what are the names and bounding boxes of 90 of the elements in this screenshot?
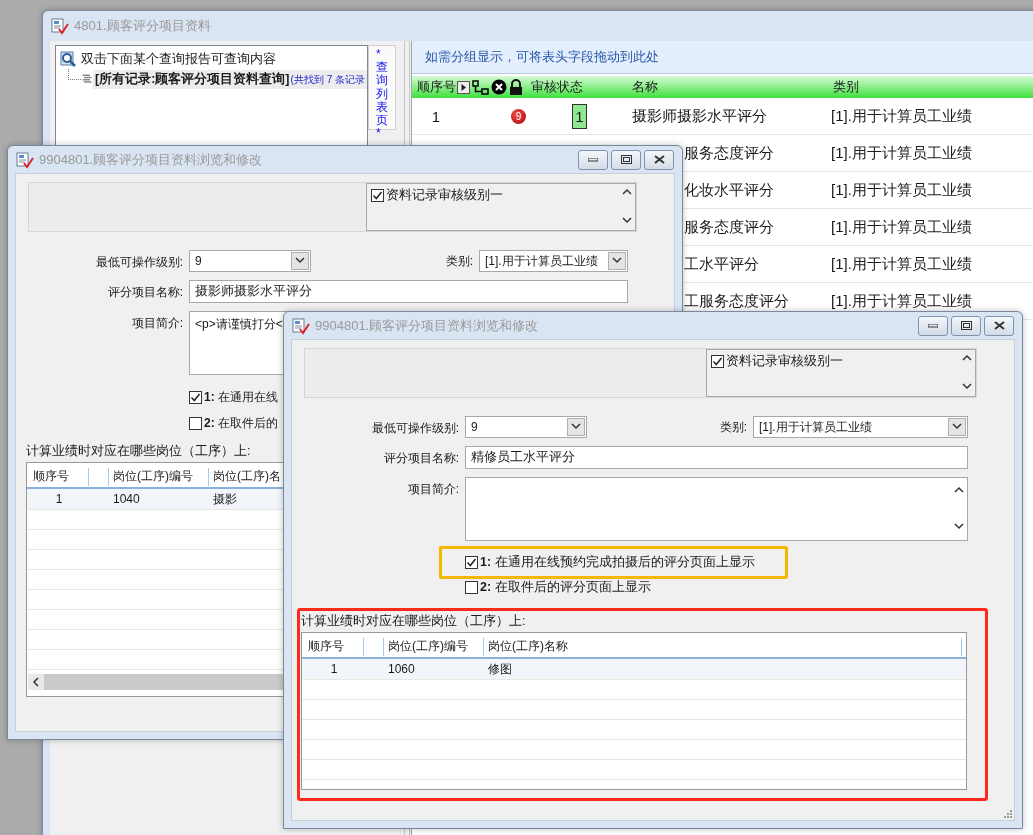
- field-label: 最低可操作级别:: [371, 421, 459, 435]
- checkbox[interactable]: [371, 189, 384, 202]
- field-label: 项目简介:: [131, 316, 183, 330]
- tree-header: 双击下面某个查询报告可查询内容: [81, 50, 276, 68]
- field-label: 最低可操作级别:: [95, 255, 183, 269]
- document-check-icon: [51, 17, 69, 35]
- checkbox-label[interactable]: 资料记录审核级别一: [386, 187, 503, 204]
- table-cell: 摄影师摄影水平评分: [632, 106, 767, 126]
- column-header[interactable]: 岗位(工序)编号: [109, 467, 209, 486]
- table-cell: 摄影: [213, 491, 237, 506]
- field-label: 类别:: [445, 252, 473, 270]
- maximize-button[interactable]: [611, 149, 641, 170]
- checkbox-label[interactable]: 2: 在取件后的: [204, 415, 278, 432]
- scroll-down-icon: [962, 382, 972, 392]
- field-label: 评分项目名称:: [107, 285, 183, 299]
- checkbox[interactable]: [465, 581, 478, 594]
- hierarchy-icon[interactable]: [472, 79, 489, 95]
- close-icon: [993, 321, 1005, 330]
- column-header[interactable]: 审核状态: [529, 78, 630, 96]
- audit-list[interactable]: 资料记录审核级别一: [366, 183, 636, 231]
- checkbox-label[interactable]: 1: 在通用在线预约完成拍摄后的评分页面上显示: [480, 554, 755, 571]
- checkbox[interactable]: [465, 556, 478, 569]
- table-cell: 1: [330, 662, 338, 676]
- maximize-button[interactable]: [951, 315, 981, 336]
- level-dropdown[interactable]: 9: [465, 416, 587, 438]
- column-header[interactable]: 岗位(工序)名称: [484, 637, 962, 656]
- resize-grip-icon[interactable]: [1002, 808, 1012, 818]
- checkbox-label[interactable]: 资料记录审核级别一: [726, 353, 843, 370]
- maximize-icon: [960, 321, 972, 330]
- search-icon: [60, 51, 77, 67]
- play-icon[interactable]: [457, 80, 470, 94]
- column-header[interactable]: 顺序号: [304, 637, 364, 656]
- checkbox-label[interactable]: 2: 在取件后的评分页面上显示: [480, 579, 651, 596]
- table-cell: 修图: [488, 661, 512, 676]
- table-cell: 化妆水平评分: [684, 180, 774, 200]
- name-input[interactable]: 精修员工水平评分: [465, 446, 968, 469]
- field-label: 评分项目名称:: [383, 451, 459, 465]
- column-header[interactable]: 名称: [630, 78, 831, 96]
- name-input[interactable]: 摄影师摄影水平评分: [189, 280, 628, 303]
- document-check-icon: [16, 150, 34, 169]
- table-cell: 工水平评分: [684, 254, 759, 274]
- list-icon: [81, 72, 94, 86]
- table-cell: 1: [55, 492, 63, 506]
- window-title: 9904801.顾客评分项目资料浏览和修改: [315, 316, 540, 335]
- column-header[interactable]: 顺序号: [415, 78, 457, 96]
- close-icon: [653, 155, 665, 164]
- table-cell: [1].用于计算员工业绩: [831, 143, 972, 163]
- checkbox[interactable]: [189, 391, 202, 404]
- table-cell: [1].用于计算员工业绩: [831, 217, 972, 237]
- table-cell: 服务态度评分: [684, 143, 774, 163]
- table-cell: [1].用于计算员工业绩: [831, 180, 972, 200]
- column-header[interactable]: 顺序号: [29, 467, 89, 486]
- scroll-down-icon: [954, 522, 964, 532]
- scroll-down-icon: [622, 216, 632, 226]
- table-cell: [1].用于计算员工业绩: [831, 291, 972, 311]
- category-dropdown[interactable]: [1].用于计算员工业绩: [479, 250, 628, 272]
- count-badge: 9: [511, 108, 526, 124]
- table-cell: 1040: [113, 492, 140, 506]
- section-label: 计算业绩时对应在哪些岗位（工序）上:: [301, 613, 526, 630]
- minimize-icon: [588, 157, 598, 162]
- table-cell: 服务态度评分: [684, 217, 774, 237]
- close-button[interactable]: [984, 315, 1014, 336]
- level-dropdown[interactable]: 9: [189, 250, 311, 272]
- minimize-icon: [928, 323, 938, 328]
- maximize-icon: [620, 155, 632, 164]
- category-dropdown[interactable]: [1].用于计算员工业绩: [753, 416, 968, 438]
- window-title: 9904801.顾客评分项目资料浏览和修改: [39, 150, 264, 169]
- group-hint: 如需分组显示，可将表头字段拖动到此处: [425, 48, 659, 66]
- table-cell: 1060: [388, 662, 415, 676]
- status-box: 1: [572, 103, 587, 129]
- tree-item[interactable]: [所有记录:顾客评分项目资料查询](共找到 7 条记录: [93, 69, 367, 89]
- checkbox[interactable]: [711, 355, 724, 368]
- window-title: 4801.顾客评分项目资料: [74, 17, 212, 35]
- section-label: 计算业绩时对应在哪些岗位（工序）上:: [26, 443, 251, 460]
- document-check-icon: [292, 316, 310, 335]
- close-circle-icon[interactable]: [491, 79, 507, 95]
- checkbox-label[interactable]: 1: 在通用在线: [204, 389, 278, 406]
- column-header[interactable]: 类别: [831, 78, 1033, 96]
- field-label: 类别:: [719, 418, 747, 436]
- column-header[interactable]: 岗位(工序)编号: [384, 637, 484, 656]
- table-cell: 1: [431, 107, 441, 125]
- table-cell: [1].用于计算员工业绩: [831, 106, 972, 126]
- table-cell: [1].用于计算员工业绩: [831, 254, 972, 274]
- checkbox[interactable]: [189, 417, 202, 430]
- lock-icon[interactable]: [509, 78, 523, 96]
- field-label: 项目简介:: [407, 482, 459, 496]
- close-button[interactable]: [644, 149, 674, 170]
- table-cell: 工服务态度评分: [684, 291, 789, 311]
- audit-list[interactable]: 资料记录审核级别一: [706, 349, 976, 397]
- scroll-left-icon: [31, 677, 41, 687]
